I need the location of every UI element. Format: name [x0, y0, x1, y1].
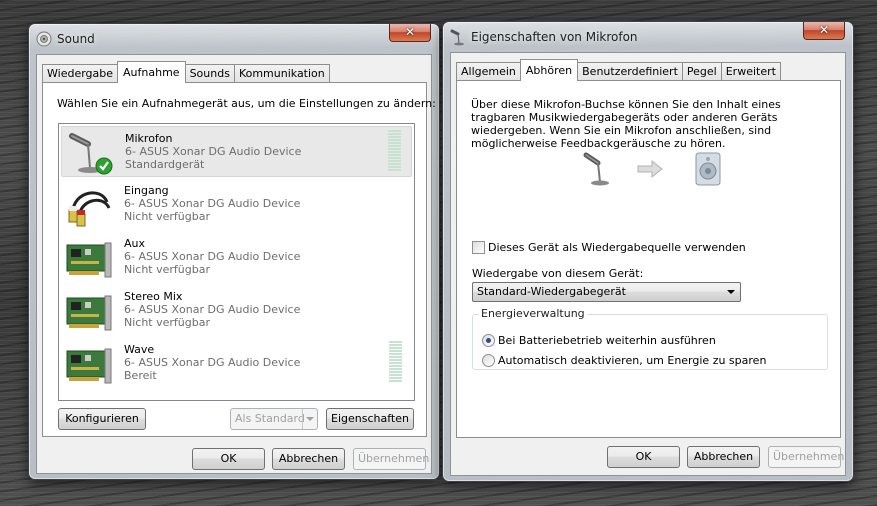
instruction-text: Wählen Sie ein Aufnahmegerät aus, um die…: [57, 97, 436, 110]
chevron-down-icon: [727, 290, 735, 294]
close-button[interactable]: ✕: [389, 24, 431, 42]
sound-titlebar[interactable]: Sound ✕: [29, 24, 439, 54]
properties-button[interactable]: Eigenschaften: [326, 408, 414, 430]
apply-button[interactable]: Übernehmen: [353, 448, 429, 470]
device-status: Nicht verfügbar: [124, 316, 210, 329]
list-item-mikrofon[interactable]: Mikrofon 6- ASUS Xonar DG Audio Device S…: [61, 126, 412, 177]
microphone-icon: [450, 29, 464, 46]
device-name: Wave: [124, 343, 155, 356]
device-status: Standardgerät: [125, 158, 205, 171]
cancel-button[interactable]: Abbrechen: [687, 446, 760, 468]
radio-auto-disable[interactable]: [482, 354, 495, 367]
tab-aufnahme[interactable]: Aufnahme: [117, 61, 186, 83]
set-default-button[interactable]: Als Standard: [230, 408, 318, 430]
device-driver: 6- ASUS Xonar DG Audio Device: [124, 197, 301, 210]
sound-card-icon: [66, 295, 112, 331]
close-button[interactable]: ✕: [803, 22, 845, 40]
device-status: Nicht verfügbar: [124, 210, 210, 223]
configure-button[interactable]: Konfigurieren: [58, 408, 146, 430]
device-name: Stereo Mix: [124, 290, 183, 303]
tab-abhoeren[interactable]: Abhören: [519, 59, 579, 81]
properties-client-area: Allgemein Abhören Benutzerdefiniert Pege…: [450, 52, 846, 476]
device-driver: 6- ASUS Xonar DG Audio Device: [124, 250, 301, 263]
apply-button[interactable]: Übernehmen: [768, 446, 844, 468]
tab-wiedergabe[interactable]: Wiedergabe: [42, 64, 119, 83]
microphone-icon: [583, 152, 609, 186]
tab-kommunikation[interactable]: Kommunikation: [233, 64, 330, 83]
tab-allgemein[interactable]: Allgemein: [456, 62, 521, 81]
device-name: Mikrofon: [125, 132, 173, 145]
sound-window: Sound ✕ Wiedergabe Aufnahme Sounds Kommu…: [28, 23, 440, 480]
playback-device-select[interactable]: Standard-Wiedergabegerät: [472, 282, 741, 302]
list-item-wave[interactable]: Wave 6- ASUS Xonar DG Audio Device Berei…: [61, 338, 412, 389]
properties-titlebar[interactable]: Eigenschaften von Mikrofon ✕: [443, 22, 853, 52]
set-default-label: Als Standard: [235, 412, 305, 425]
device-name: Eingang: [124, 184, 169, 197]
speaker-icon: [36, 31, 52, 47]
list-item-eingang[interactable]: Eingang 6- ASUS Xonar DG Audio Device Ni…: [61, 179, 412, 230]
device-driver: 6- ASUS Xonar DG Audio Device: [124, 303, 301, 316]
window-title: Eigenschaften von Mikrofon: [471, 30, 638, 44]
radio-keep-running[interactable]: [482, 334, 495, 347]
tab-benutzerdefiniert[interactable]: Benutzerdefiniert: [577, 62, 683, 81]
properties-tab-strip: Allgemein Abhören Benutzerdefiniert Pege…: [456, 59, 781, 81]
radio-auto-disable-label[interactable]: Automatisch deaktivieren, um Energie zu …: [498, 354, 766, 367]
sound-card-icon: [66, 242, 112, 278]
listen-checkbox-label[interactable]: Dieses Gerät als Wiedergabequelle verwen…: [488, 241, 746, 254]
ok-button[interactable]: OK: [607, 446, 680, 468]
list-item-aux[interactable]: Aux 6- ASUS Xonar DG Audio Device Nicht …: [61, 232, 412, 283]
radio-keep-running-label[interactable]: Bei Batteriebetrieb weiterhin ausführen: [498, 334, 716, 347]
dropdown-arrow-icon[interactable]: [302, 409, 317, 429]
ok-button[interactable]: OK: [192, 448, 265, 470]
playback-device-label: Wiedergabe von diesem Gerät:: [472, 267, 644, 280]
level-meter: [388, 130, 401, 172]
window-title: Sound: [57, 32, 95, 46]
device-status: Nicht verfügbar: [124, 263, 210, 276]
recording-device-list[interactable]: Mikrofon 6- ASUS Xonar DG Audio Device S…: [58, 123, 415, 401]
speaker-icon: [695, 152, 721, 186]
cancel-button[interactable]: Abbrechen: [272, 448, 345, 470]
tab-erweitert[interactable]: Erweitert: [720, 62, 781, 81]
device-status: Bereit: [124, 369, 157, 382]
sound-client-area: Wiedergabe Aufnahme Sounds Kommunikation…: [36, 54, 436, 474]
sound-card-icon: [66, 348, 112, 384]
playback-device-value: Standard-Wiedergabegerät: [477, 285, 626, 298]
microphone-icon: [69, 133, 113, 175]
arrow-right-icon: [637, 159, 663, 179]
sound-tab-strip: Wiedergabe Aufnahme Sounds Kommunikation: [42, 61, 330, 83]
description-text: Über diese Mikrofon-Buchse können Sie de…: [471, 98, 781, 150]
tab-pegel[interactable]: Pegel: [681, 62, 722, 81]
device-name: Aux: [124, 237, 146, 250]
listen-checkbox[interactable]: [472, 241, 485, 254]
level-meter: [389, 341, 402, 383]
device-driver: 6- ASUS Xonar DG Audio Device: [124, 356, 301, 369]
properties-window: Eigenschaften von Mikrofon ✕ Allgemein A…: [442, 21, 854, 482]
device-driver: 6- ASUS Xonar DG Audio Device: [125, 145, 302, 158]
rca-cable-icon: [68, 191, 111, 227]
power-management-legend: Energieverwaltung: [479, 307, 587, 320]
power-management-group: Energieverwaltung Bei Batteriebetrieb we…: [472, 307, 828, 370]
recording-tab-panel: Wählen Sie ein Aufnahmegerät aus, um die…: [42, 82, 436, 437]
listen-tab-panel: Über diese Mikrofon-Buchse können Sie de…: [456, 80, 841, 438]
list-item-stereo-mix[interactable]: Stereo Mix 6- ASUS Xonar DG Audio Device…: [61, 285, 412, 336]
tab-sounds[interactable]: Sounds: [184, 64, 235, 83]
